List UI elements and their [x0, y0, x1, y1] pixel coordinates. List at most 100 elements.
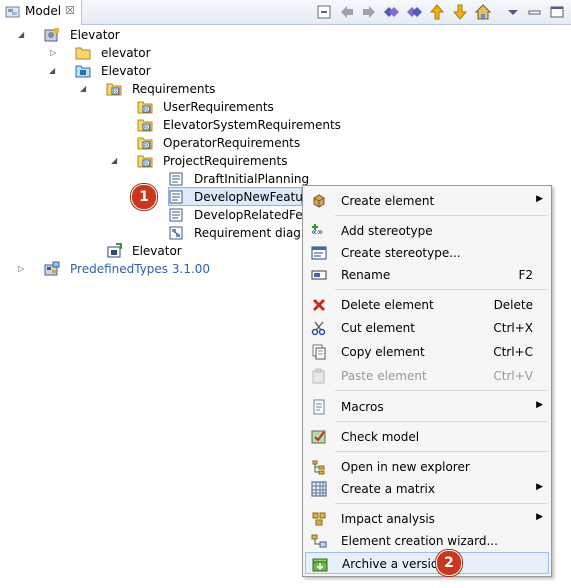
- expanded-arrow-icon[interactable]: ◢: [18, 26, 24, 44]
- requirement-container-icon: RQ: [137, 117, 153, 133]
- tree-item-elevator-component[interactable]: Elevator: [0, 242, 300, 260]
- requirement-container-icon: RQ: [137, 153, 153, 169]
- folder-icon: [75, 45, 91, 61]
- tree-label: PredefinedTypes 3.1.00: [70, 262, 211, 276]
- requirement-icon: [168, 207, 184, 223]
- svg-text:«»: «»: [311, 227, 323, 238]
- tree-item-elevator-model[interactable]: ◢ Elevator: [0, 62, 300, 80]
- tree-item-elevator-folder[interactable]: ▷ elevator: [0, 44, 300, 62]
- maximize-icon[interactable]: [548, 3, 566, 21]
- collapsed-arrow-icon[interactable]: ▷: [50, 44, 56, 62]
- tree-label: Elevator: [101, 64, 151, 78]
- home-icon[interactable]: [474, 3, 492, 21]
- submenu-arrow-icon: ▶: [536, 194, 543, 204]
- tree-item-user-requirements[interactable]: RQ UserRequirements: [0, 98, 300, 116]
- tree-item-predefined-types[interactable]: ▷ PredefinedTypes 3.1.00: [0, 260, 300, 278]
- paste-icon: [311, 368, 327, 384]
- link-right-icon[interactable]: [405, 3, 423, 21]
- macros-icon: [311, 399, 327, 415]
- requirement-container-icon: RQ: [137, 99, 153, 115]
- expanded-arrow-icon[interactable]: ◢: [111, 152, 117, 170]
- tree-item-project-requirements[interactable]: ◢ RQ ProjectRequirements: [0, 152, 300, 170]
- view-tab-bar: Model ☒: [0, 0, 571, 25]
- menu-separator: [335, 503, 547, 504]
- delete-icon: [311, 297, 327, 313]
- link-left-icon[interactable]: [382, 3, 400, 21]
- menu-item-add-stereotype[interactable]: «» Add stereotype: [305, 220, 549, 242]
- tree-label: Requirement diagran: [194, 226, 302, 240]
- tree-item-requirement-diagram[interactable]: Requirement diagran: [0, 224, 302, 242]
- down-arrow-icon[interactable]: [451, 3, 469, 21]
- svg-text:RQ: RQ: [144, 143, 150, 149]
- menu-item-create-element[interactable]: Create element ▶: [305, 190, 549, 212]
- add-stereotype-icon: «»: [311, 223, 327, 239]
- menu-item-create-matrix[interactable]: Create a matrix ▶: [305, 478, 549, 500]
- collapse-all-icon[interactable]: [315, 3, 333, 21]
- model-package-icon: [75, 63, 91, 79]
- tree-item-develop-related-feature[interactable]: DevelopRelatedFeatu: [0, 206, 302, 224]
- diagram-icon: [168, 225, 184, 241]
- menu-item-check-model[interactable]: Check model: [305, 426, 549, 448]
- up-arrow-icon[interactable]: [428, 3, 446, 21]
- tree-label: DevelopNewFeature: [194, 190, 315, 204]
- tree-item-elevator-system-requirements[interactable]: RQ ElevatorSystemRequirements: [0, 116, 341, 134]
- close-icon[interactable]: ☒: [65, 4, 75, 17]
- forward-arrow-icon[interactable]: [360, 3, 378, 21]
- tree-label: UserRequirements: [163, 100, 274, 114]
- expanded-arrow-icon[interactable]: ◢: [80, 80, 86, 98]
- collapsed-arrow-icon[interactable]: ▷: [18, 260, 24, 278]
- archive-icon: [312, 556, 328, 572]
- menu-separator: [335, 421, 547, 422]
- menu-item-open-in-new-explorer[interactable]: Open in new explorer: [305, 456, 549, 478]
- tree-label: Elevator: [70, 28, 120, 42]
- menu-item-archive-version[interactable]: Archive a version: [305, 552, 549, 574]
- menu-item-cut-element[interactable]: Cut element Ctrl+X: [305, 317, 549, 339]
- component-icon: [106, 243, 122, 259]
- library-icon: [44, 261, 60, 277]
- view-menu-icon[interactable]: [504, 3, 522, 21]
- back-arrow-icon[interactable]: [338, 3, 356, 21]
- tree-item-elevator-root[interactable]: ◢ Elevator: [0, 26, 300, 44]
- cut-icon: [311, 320, 327, 336]
- svg-text:RQ: RQ: [113, 89, 119, 95]
- callout-marker-2: 2: [436, 550, 462, 576]
- requirement-icon: [168, 189, 184, 205]
- tree-label: Elevator: [132, 244, 182, 258]
- create-element-icon: [311, 193, 327, 209]
- menu-separator: [335, 390, 547, 391]
- menu-item-delete-element[interactable]: Delete element Delete: [305, 294, 549, 316]
- menu-separator: [335, 215, 547, 216]
- tree-label: OperatorRequirements: [163, 136, 301, 150]
- tree-label: Requirements: [132, 82, 216, 96]
- check-model-icon: [311, 429, 327, 445]
- minimize-icon[interactable]: [526, 3, 544, 21]
- menu-separator: [335, 451, 547, 452]
- menu-item-element-creation-wizard[interactable]: Element creation wizard...: [305, 530, 549, 552]
- tree-item-requirements[interactable]: ◢ RQ Requirements: [0, 80, 300, 98]
- rename-icon: [311, 267, 327, 283]
- model-tab[interactable]: Model ☒: [0, 0, 82, 25]
- matrix-icon: [311, 481, 327, 497]
- svg-text:RQ: RQ: [144, 125, 150, 131]
- menu-item-create-stereotype[interactable]: Create stereotype...: [305, 242, 549, 264]
- project-icon: [44, 27, 60, 43]
- menu-item-paste-element[interactable]: Paste element Ctrl+V: [305, 365, 549, 387]
- expanded-arrow-icon[interactable]: ◢: [49, 62, 55, 80]
- menu-item-rename[interactable]: Rename F2: [305, 264, 549, 286]
- menu-item-copy-element[interactable]: Copy element Ctrl+C: [305, 341, 549, 363]
- tree-label: elevator: [101, 46, 151, 60]
- requirement-container-icon: RQ: [137, 135, 153, 151]
- svg-text:RQ: RQ: [144, 107, 150, 113]
- tree-label: ElevatorSystemRequirements: [163, 118, 341, 132]
- copy-icon: [311, 344, 327, 360]
- menu-item-macros[interactable]: Macros ▶: [305, 396, 549, 418]
- menu-item-impact-analysis[interactable]: Impact analysis ▶: [305, 508, 549, 530]
- create-stereotype-icon: [311, 245, 327, 261]
- svg-text:RQ: RQ: [144, 161, 150, 167]
- submenu-arrow-icon: ▶: [536, 400, 543, 410]
- impact-analysis-icon: [311, 511, 327, 527]
- tab-title: Model: [25, 4, 62, 18]
- context-menu: Create element ▶ «» Add stereotype Creat…: [302, 185, 552, 577]
- submenu-arrow-icon: ▶: [536, 512, 543, 522]
- tree-item-operator-requirements[interactable]: RQ OperatorRequirements: [0, 134, 300, 152]
